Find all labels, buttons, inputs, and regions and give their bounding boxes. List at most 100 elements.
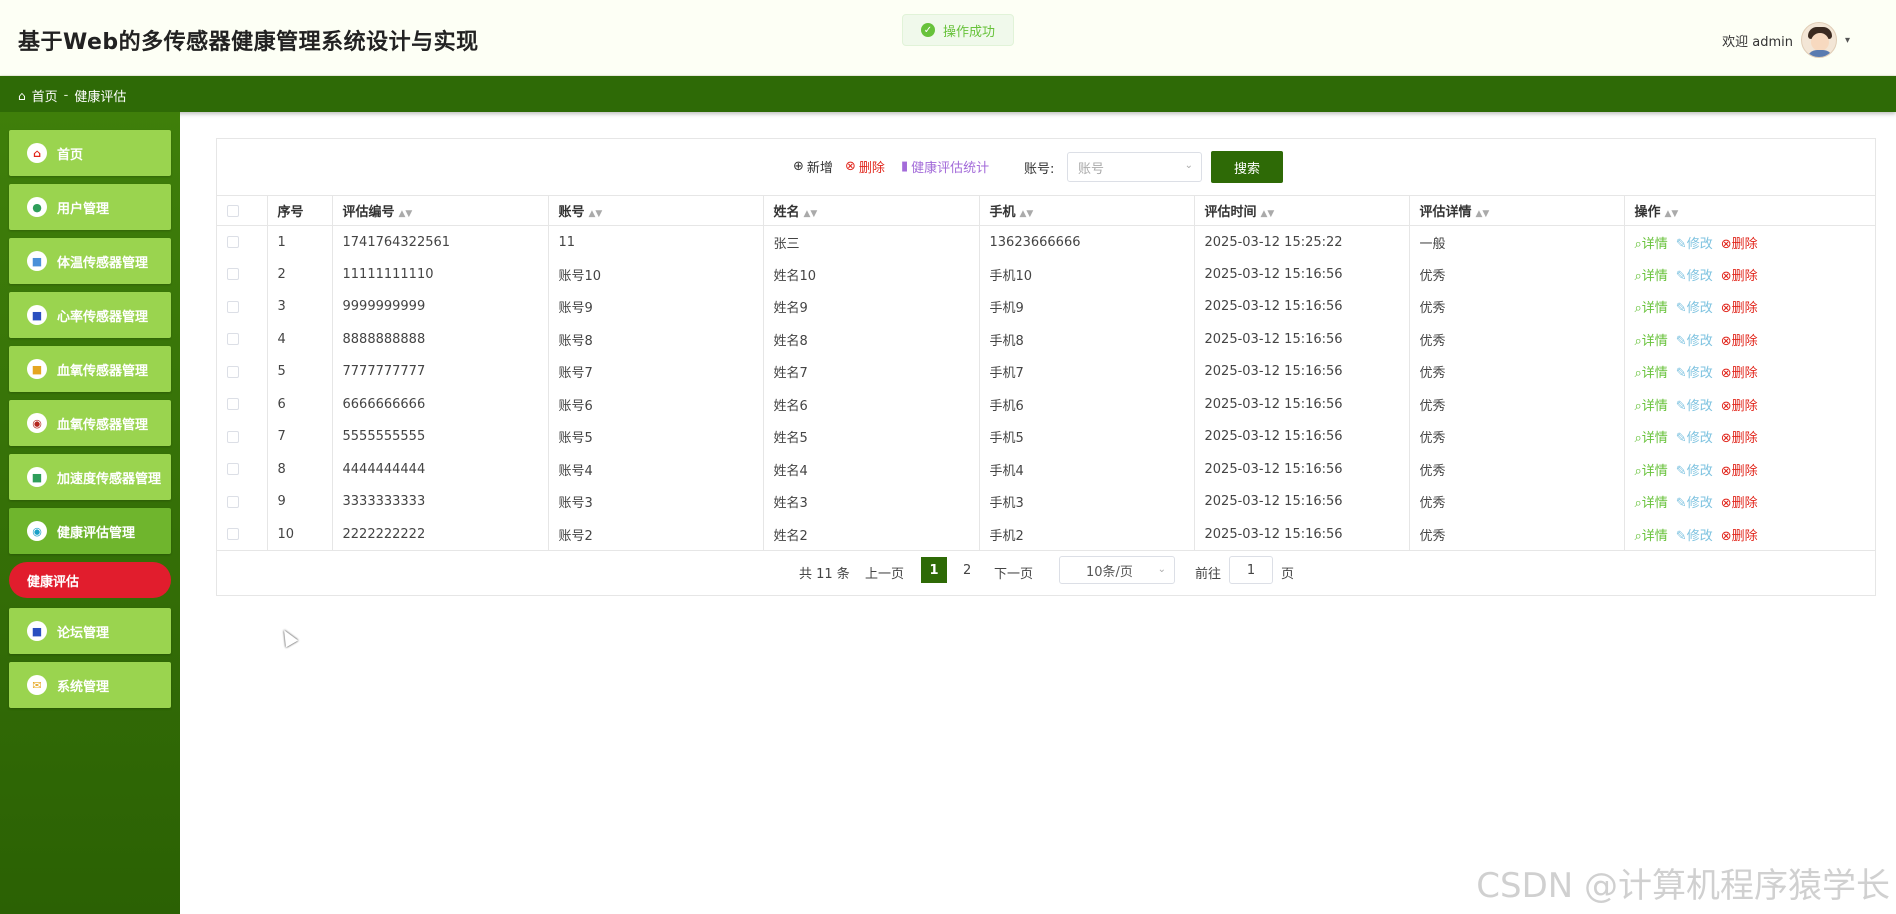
edit-button[interactable]: ✎修改 xyxy=(1676,362,1713,381)
row-checkbox[interactable] xyxy=(227,398,239,411)
row-select-cell[interactable] xyxy=(217,355,268,388)
row-select-cell[interactable] xyxy=(217,290,268,323)
select-all-checkbox[interactable] xyxy=(227,204,239,217)
stats-button[interactable]: ▮ 健康评估统计 xyxy=(901,157,989,176)
row-select-cell[interactable] xyxy=(217,420,268,453)
search-icon: ⌕ xyxy=(1634,333,1642,349)
row-checkbox[interactable] xyxy=(227,463,239,476)
edit-button[interactable]: ✎修改 xyxy=(1676,395,1713,414)
col-account[interactable]: 账号 ▲▼ xyxy=(548,195,764,226)
edit-button[interactable]: ✎修改 xyxy=(1676,265,1713,284)
edit-button-label: 修改 xyxy=(1686,528,1713,544)
edit-button[interactable]: ✎修改 xyxy=(1676,233,1713,252)
detail-button[interactable]: ⌕详情 xyxy=(1635,265,1668,284)
goto-page-input[interactable]: 1 xyxy=(1229,556,1273,584)
row-select-cell[interactable] xyxy=(217,388,268,421)
row-delete-button[interactable]: ⊗删除 xyxy=(1721,395,1758,414)
row-checkbox[interactable] xyxy=(227,430,239,443)
row-select-cell[interactable] xyxy=(217,485,268,518)
edit-button[interactable]: ✎修改 xyxy=(1676,460,1713,479)
search-button[interactable]: 搜索 xyxy=(1211,151,1283,183)
col-eval-time[interactable]: 评估时间 ▲▼ xyxy=(1194,195,1410,226)
next-page-button[interactable]: 下一页 xyxy=(994,563,1033,582)
sidebar-item-accelerometer[interactable]: ■ 加速度传感器管理 xyxy=(9,454,171,500)
edit-icon: ✎ xyxy=(1675,268,1687,284)
sidebar-item-forum[interactable]: ■ 论坛管理 xyxy=(9,608,171,654)
edit-button[interactable]: ✎修改 xyxy=(1676,492,1713,511)
col-eval-detail[interactable]: 评估详情 ▲▼ xyxy=(1409,195,1625,226)
row-checkbox[interactable] xyxy=(227,528,239,540)
table-cell: 8888888888 xyxy=(332,323,549,356)
sidebar-item-users[interactable]: ● 用户管理 xyxy=(9,184,171,230)
table-cell: 优秀 xyxy=(1409,388,1625,421)
page-1-button[interactable]: 1 xyxy=(921,557,947,583)
edit-button[interactable]: ✎修改 xyxy=(1676,525,1713,544)
row-delete-button[interactable]: ⊗删除 xyxy=(1721,297,1758,316)
row-checkbox[interactable] xyxy=(227,365,239,378)
sidebar-item-temperature[interactable]: ■ 体温传感器管理 xyxy=(9,238,171,284)
user-menu[interactable]: 欢迎 admin ▾ xyxy=(1722,22,1850,58)
sidebar-item-home[interactable]: ⌂ 首页 xyxy=(9,130,171,176)
row-delete-button[interactable]: ⊗删除 xyxy=(1721,362,1758,381)
breadcrumb-separator: - xyxy=(63,88,69,103)
detail-button[interactable]: ⌕详情 xyxy=(1635,525,1668,544)
table-cell: 3 xyxy=(267,290,333,323)
col-name[interactable]: 姓名 ▲▼ xyxy=(763,195,980,226)
col-eval-id[interactable]: 评估编号 ▲▼ xyxy=(332,195,549,226)
prev-page-button[interactable]: 上一页 xyxy=(865,563,904,582)
sidebar-item-oxygen[interactable]: ■ 血氧传感器管理 xyxy=(9,346,171,392)
close-circle-icon: ⊗ xyxy=(1720,463,1732,479)
edit-icon: ✎ xyxy=(1675,463,1687,479)
row-delete-button[interactable]: ⊗删除 xyxy=(1721,330,1758,349)
edit-button[interactable]: ✎修改 xyxy=(1676,297,1713,316)
detail-button[interactable]: ⌕详情 xyxy=(1635,362,1668,381)
row-delete-button[interactable]: ⊗删除 xyxy=(1721,492,1758,511)
row-select-cell[interactable] xyxy=(217,518,268,551)
delete-button[interactable]: ⊗ 删除 xyxy=(845,157,885,176)
row-select-cell[interactable] xyxy=(217,258,268,291)
row-select-cell[interactable] xyxy=(217,453,268,486)
detail-button[interactable]: ⌕详情 xyxy=(1635,297,1668,316)
edit-button[interactable]: ✎修改 xyxy=(1676,427,1713,446)
row-delete-button[interactable]: ⊗删除 xyxy=(1721,427,1758,446)
row-delete-button[interactable]: ⊗删除 xyxy=(1721,265,1758,284)
home-icon[interactable]: ⌂ xyxy=(18,89,26,103)
detail-button[interactable]: ⌕详情 xyxy=(1635,395,1668,414)
detail-button[interactable]: ⌕详情 xyxy=(1635,492,1668,511)
add-button[interactable]: ⊕ 新增 xyxy=(793,157,833,176)
sidebar-item-assessment[interactable]: ◉ 健康评估管理 xyxy=(9,508,171,554)
sidebar-item-heart-rate[interactable]: ■ 心率传感器管理 xyxy=(9,292,171,338)
col-actions[interactable]: 操作 ▲▼ xyxy=(1624,195,1875,226)
select-all-cell[interactable] xyxy=(217,195,268,226)
detail-button-label: 详情 xyxy=(1641,301,1668,317)
chevron-down-icon[interactable]: ▾ xyxy=(1845,35,1850,46)
row-actions: ⌕详情 ✎修改 ⊗删除 xyxy=(1624,291,1875,324)
avatar[interactable] xyxy=(1800,22,1837,58)
row-select-cell[interactable] xyxy=(217,323,268,356)
edit-button[interactable]: ✎修改 xyxy=(1676,330,1713,349)
table-row: 9 3333333333 账号3 姓名3 手机3 2025-03-12 15:16:56 优… xyxy=(217,485,1875,518)
row-select-cell[interactable] xyxy=(217,225,268,258)
page-2-button[interactable]: 2 xyxy=(963,563,971,578)
row-checkbox[interactable] xyxy=(227,300,239,313)
sidebar-item-oxygen-2[interactable]: ◉ 血氧传感器管理 xyxy=(9,400,171,446)
detail-button[interactable]: ⌕详情 xyxy=(1635,427,1668,446)
row-delete-button[interactable]: ⊗删除 xyxy=(1721,525,1758,544)
detail-button[interactable]: ⌕详情 xyxy=(1635,460,1668,479)
row-checkbox[interactable] xyxy=(227,236,239,248)
row-checkbox[interactable] xyxy=(227,333,239,346)
submenu-health-assessment[interactable]: 健康评估 xyxy=(9,562,171,598)
row-checkbox[interactable] xyxy=(227,268,239,281)
detail-button[interactable]: ⌕详情 xyxy=(1635,233,1668,252)
row-delete-button[interactable]: ⊗删除 xyxy=(1721,233,1758,252)
row-delete-button[interactable]: ⊗删除 xyxy=(1721,460,1758,479)
sidebar-item-system[interactable]: ✉ 系统管理 xyxy=(9,662,171,708)
col-phone[interactable]: 手机 ▲▼ xyxy=(979,195,1195,226)
account-search-input[interactable]: 账号 ⌄ xyxy=(1067,152,1202,182)
add-label: 新增 xyxy=(806,161,833,176)
page-size-select[interactable]: 10条/页 ⌄ xyxy=(1059,556,1175,584)
breadcrumb-home[interactable]: 首页 xyxy=(32,86,58,105)
row-checkbox[interactable] xyxy=(227,495,239,508)
edit-button-label: 修改 xyxy=(1686,496,1713,512)
detail-button[interactable]: ⌕详情 xyxy=(1635,330,1668,349)
